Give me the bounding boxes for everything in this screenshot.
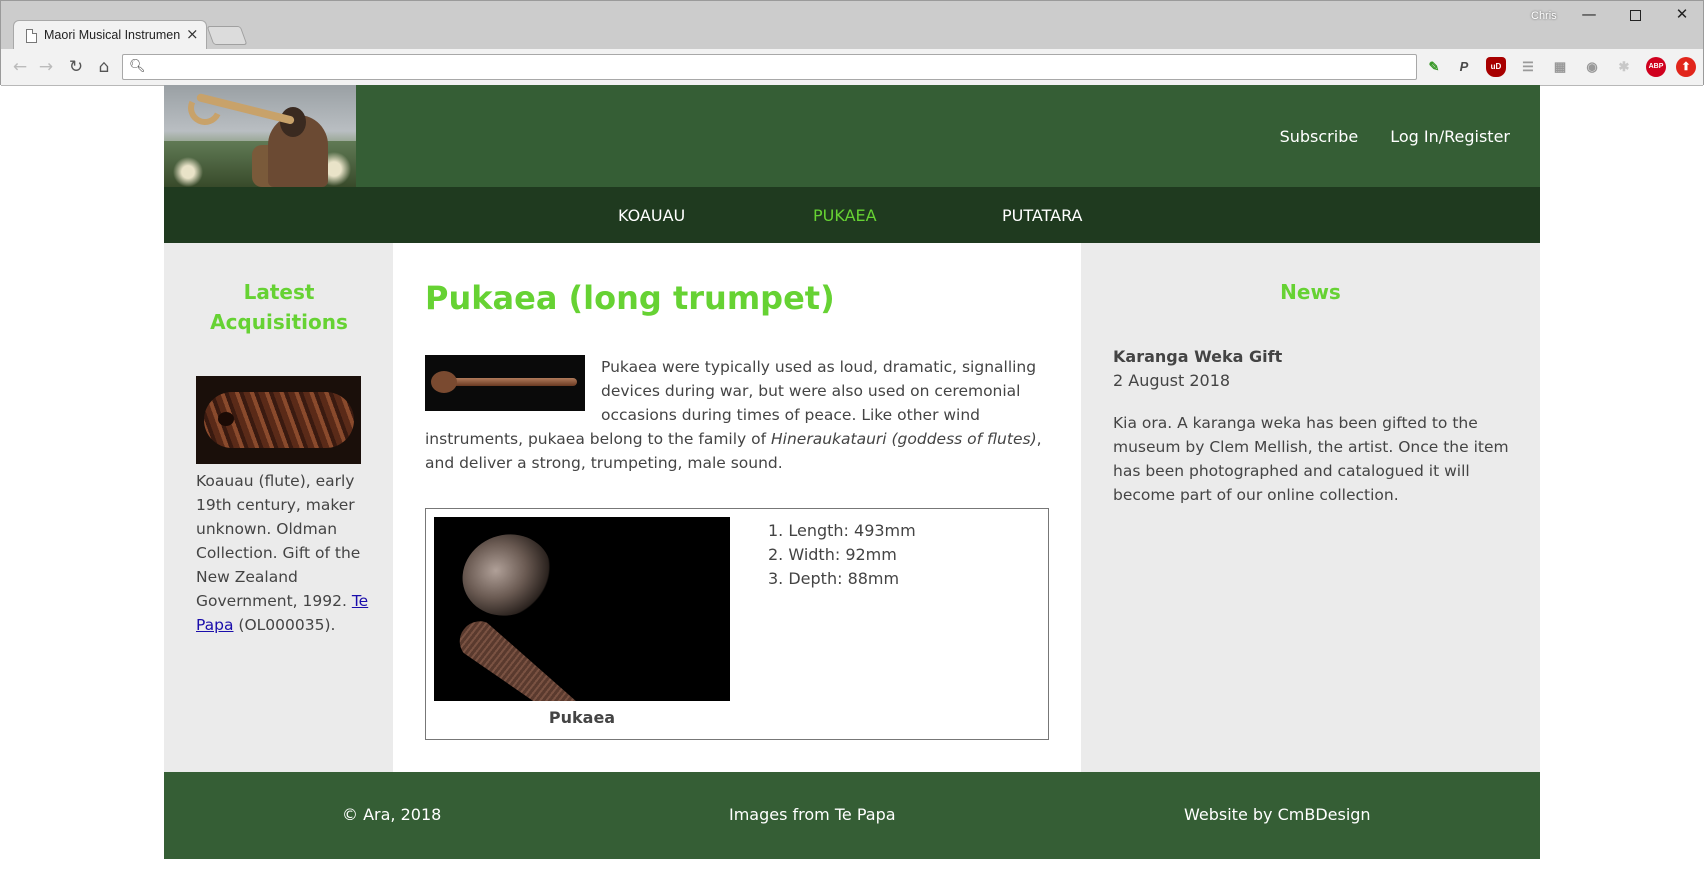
photo-horn-mouth	[183, 86, 227, 130]
close-window-icon[interactable]: ✕	[1669, 5, 1695, 27]
pukaea-pipe	[437, 378, 577, 386]
nav-item-pukaea[interactable]: PUKAEA	[813, 206, 877, 225]
intro-paragraph: Pukaea were typically used as loud, dram…	[425, 355, 1055, 475]
browser-tab[interactable]: Maori Musical Instrument ×	[13, 20, 207, 50]
news-date: 2 August 2018	[1113, 371, 1231, 390]
upload-icon[interactable]: ⬆	[1676, 57, 1696, 77]
copyright-text: © Ara, 2018	[342, 805, 442, 824]
reader-icon[interactable]: ☰	[1518, 57, 1538, 77]
trumpet-body	[452, 613, 689, 701]
browser-toolbar: ← → ↻ ⌂ 🔍︎ ✎ P uD ☰ ▦ ◉ ✱ ABP ⬆	[1, 49, 1703, 86]
pukaea-thumbnail	[425, 355, 585, 411]
new-tab-button[interactable]	[206, 26, 248, 45]
image-credit-text: Images from Te Papa	[729, 805, 896, 824]
caption-suffix: (OL000035).	[233, 616, 336, 634]
ublock-icon[interactable]: uD	[1486, 57, 1506, 77]
news-title: Karanga Weka Gift	[1113, 347, 1283, 366]
main-content: Pukaea (long trumpet) Pukaea were typica…	[393, 243, 1081, 772]
tab-strip: Maori Musical Instrument × Chris — ✕	[1, 1, 1703, 50]
reload-icon[interactable]: ↻	[65, 56, 87, 78]
camera-icon[interactable]: ◉	[1582, 57, 1602, 77]
search-icon: 🔍︎	[129, 59, 146, 74]
pukaea-bell	[431, 371, 457, 393]
caption-text: Koauau (flute), early 19th century, make…	[196, 472, 361, 610]
latest-acquisitions-heading: Latest Acquisitions	[210, 280, 348, 334]
koauau-flute-image	[196, 376, 361, 464]
address-bar[interactable]: 🔍︎	[122, 54, 1417, 80]
tab-title: Maori Musical Instrument	[44, 28, 180, 42]
designer-credit-text: Website by CmBDesign	[1184, 805, 1371, 824]
spec-length: 1. Length: 493mm	[768, 521, 916, 540]
website: Subscribe Log In/Register KOAUAU PUKAEA …	[164, 85, 1540, 859]
nav-item-koauau[interactable]: KOAUAU	[618, 206, 685, 225]
site-footer: © Ara, 2018 Images from Te Papa Website …	[164, 772, 1540, 859]
header-photo	[164, 85, 356, 187]
browser-window: Maori Musical Instrument × Chris — ✕ ← →…	[0, 0, 1704, 86]
profile-name[interactable]: Chris	[1531, 10, 1557, 22]
flute-hole	[218, 412, 234, 426]
intro-emphasis: Hineraukatauri (goddess of flutes)	[771, 430, 1037, 448]
home-icon[interactable]: ⌂	[93, 56, 115, 78]
subscribe-link[interactable]: Subscribe	[1280, 127, 1359, 146]
spec-width: 2. Width: 92mm	[768, 545, 897, 564]
back-arrow-icon[interactable]: ←	[9, 56, 31, 78]
dimensions-list: 1. Length: 493mm 2. Width: 92mm 3. Depth…	[768, 519, 916, 591]
pukaea-image	[434, 517, 730, 701]
photo-grass-left	[168, 157, 208, 187]
nav-item-putatara[interactable]: PUTATARA	[1002, 206, 1082, 225]
adblock-icon[interactable]: ABP	[1646, 57, 1666, 77]
close-tab-icon[interactable]: ×	[186, 25, 199, 43]
grid-icon[interactable]: ▦	[1550, 57, 1570, 77]
latest-acquisitions-panel: Latest Acquisitions Koauau (flute), earl…	[164, 243, 393, 772]
page-icon	[26, 29, 37, 43]
minimize-icon[interactable]: —	[1576, 5, 1602, 27]
account-links: Subscribe Log In/Register	[1280, 127, 1510, 146]
paypal-icon[interactable]: P	[1454, 57, 1474, 77]
forward-arrow-icon[interactable]: →	[35, 56, 57, 78]
specification-box: Pukaea 1. Length: 493mm 2. Width: 92mm 3…	[425, 508, 1049, 740]
news-panel: News Karanga Weka Gift 2 August 2018 Kia…	[1081, 243, 1540, 772]
page-title: Pukaea (long trumpet)	[425, 279, 835, 317]
settings-icon[interactable]: ✱	[1614, 57, 1634, 77]
acquisition-caption: Koauau (flute), early 19th century, make…	[196, 469, 371, 637]
login-register-link[interactable]: Log In/Register	[1390, 127, 1510, 146]
tag-assistant-icon[interactable]: ✎	[1424, 57, 1444, 77]
address-input[interactable]	[147, 57, 1407, 77]
maximize-icon[interactable]	[1622, 5, 1648, 27]
news-heading: News	[1280, 280, 1341, 304]
news-body: Kia ora. A karanga weka has been gifted …	[1113, 414, 1509, 504]
trumpet-mouth	[451, 522, 563, 628]
figure-caption: Pukaea	[548, 708, 616, 727]
main-navigation: KOAUAU PUKAEA PUTATARA	[164, 187, 1540, 243]
spec-depth: 3. Depth: 88mm	[768, 569, 900, 588]
site-header: Subscribe Log In/Register	[164, 85, 1540, 187]
